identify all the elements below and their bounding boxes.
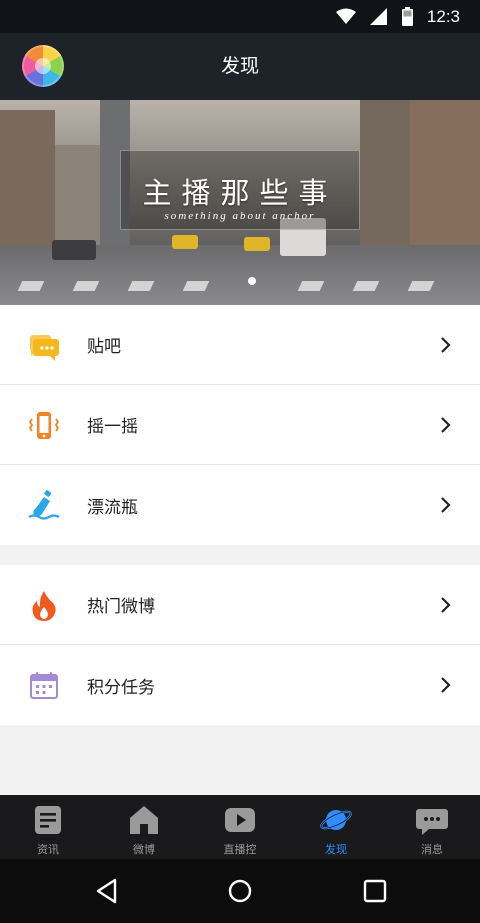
nav-tab-discover[interactable]: 发现 bbox=[288, 795, 384, 859]
menu-item-shake[interactable]: 摇一摇 bbox=[0, 385, 480, 465]
nav-tab-news[interactable]: 资讯 bbox=[0, 795, 96, 859]
banner-car bbox=[52, 240, 96, 260]
planet-icon bbox=[320, 810, 352, 830]
banner-carousel[interactable]: 主播那些事 something about anchor bbox=[0, 100, 480, 305]
wifi-icon bbox=[335, 8, 356, 24]
calendar-icon bbox=[30, 672, 58, 699]
nav-tab-label: 资讯 bbox=[37, 843, 59, 856]
banner-stripe bbox=[72, 281, 100, 291]
banner-taxi bbox=[244, 237, 270, 251]
nav-tab-label: 微博 bbox=[133, 843, 155, 856]
recents-icon[interactable] bbox=[361, 877, 389, 905]
banner-stripe bbox=[17, 281, 45, 291]
banner-stripe bbox=[297, 281, 325, 291]
menu-group-primary: 贴吧 摇一摇 漂流瓶 bbox=[0, 305, 480, 545]
menu-item-tieba[interactable]: 贴吧 bbox=[0, 305, 480, 385]
nav-tab-messages[interactable]: 消息 bbox=[384, 795, 480, 859]
menu-item-label: 积分任务 bbox=[87, 677, 155, 698]
status-bar: 12:3 bbox=[0, 0, 480, 33]
chevron-right-icon bbox=[441, 597, 451, 613]
bottom-nav: 资讯 微博 直播控 发现 消息 bbox=[0, 795, 480, 859]
menu-item-hot-weibo[interactable]: 热门微博 bbox=[0, 565, 480, 645]
play-icon bbox=[225, 808, 255, 832]
nav-tab-label: 直播控 bbox=[223, 843, 257, 856]
chevron-right-icon bbox=[441, 417, 451, 433]
menu-item-drift-bottle[interactable]: 漂流瓶 bbox=[0, 465, 480, 545]
menu-item-points-task[interactable]: 积分任务 bbox=[0, 645, 480, 725]
battery-icon bbox=[401, 7, 413, 26]
back-icon[interactable] bbox=[93, 877, 121, 905]
menu-item-label: 贴吧 bbox=[87, 337, 121, 357]
menu-group-secondary: 热门微博 积分任务 bbox=[0, 565, 480, 725]
carousel-indicator-dot bbox=[248, 277, 256, 285]
chevron-right-icon bbox=[441, 497, 451, 513]
banner-taxi bbox=[172, 235, 198, 249]
banner-title: 主播那些事 bbox=[142, 176, 338, 210]
nav-tab-label: 消息 bbox=[421, 843, 443, 856]
nav-tab-live[interactable]: 直播控 bbox=[192, 795, 288, 859]
home-icon bbox=[130, 806, 158, 834]
menu-item-label: 热门微博 bbox=[87, 597, 155, 617]
nav-tab-label: 发现 bbox=[325, 843, 347, 856]
system-nav-bar bbox=[0, 859, 480, 923]
home-button-icon[interactable] bbox=[226, 877, 254, 905]
nav-tab-weibo[interactable]: 微博 bbox=[96, 795, 192, 859]
app-header: 发现 bbox=[0, 33, 480, 100]
message-icon bbox=[416, 809, 448, 835]
clock-time: 12:3 bbox=[426, 6, 460, 26]
signal-icon bbox=[369, 8, 387, 25]
app-root: 12:3 发现 主播那些事 something about anchor 贴吧 … bbox=[0, 0, 480, 923]
chevron-right-icon bbox=[441, 677, 451, 693]
banner-subtitle: something about anchor bbox=[164, 210, 316, 222]
chat-bubble-icon bbox=[30, 335, 59, 361]
news-icon bbox=[35, 806, 61, 834]
banner-stripe bbox=[352, 281, 380, 291]
banner-stripe bbox=[182, 281, 210, 291]
drift-bottle-icon bbox=[28, 490, 60, 520]
menu-item-label: 摇一摇 bbox=[87, 417, 138, 437]
shake-phone-icon bbox=[28, 412, 60, 439]
menu-item-label: 漂流瓶 bbox=[87, 497, 138, 518]
page-title: 发现 bbox=[220, 55, 259, 77]
banner-stripe bbox=[127, 281, 155, 291]
banner-stripe bbox=[407, 281, 435, 291]
fire-icon bbox=[32, 591, 56, 621]
chevron-right-icon bbox=[441, 337, 451, 353]
